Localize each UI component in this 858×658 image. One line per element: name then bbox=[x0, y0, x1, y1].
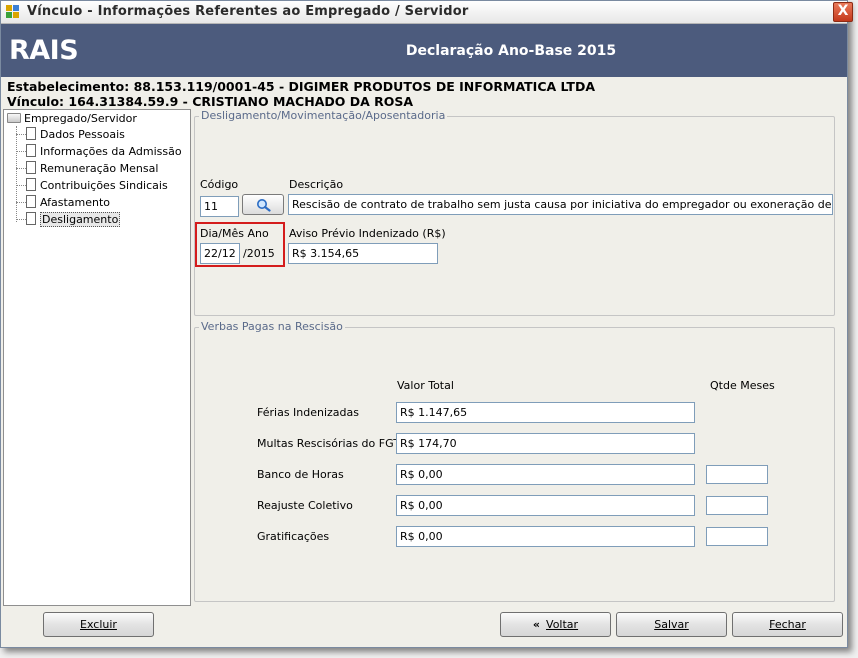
main-window: Vínculo - Informações Referentes ao Empr… bbox=[0, 0, 853, 648]
header-title: Declaração Ano-Base 2015 bbox=[405, 43, 617, 59]
lookup-button[interactable] bbox=[242, 194, 284, 215]
rais-logo: RAIS bbox=[9, 35, 79, 66]
gratificacoes-field[interactable]: R$ 0,00 bbox=[396, 526, 695, 547]
tree-item-contribuicoes-sindicais[interactable]: Contribuições Sindicais bbox=[26, 178, 168, 194]
excluir-button[interactable]: Excluir bbox=[43, 612, 154, 637]
search-icon bbox=[257, 199, 271, 212]
navigation-tree[interactable]: Empregado/Servidor Dados Pessoais Inform… bbox=[3, 109, 191, 606]
ano-text: /2015 bbox=[243, 247, 275, 260]
excluir-label: Excluir bbox=[80, 618, 117, 631]
desligamento-group: Desligamento/Movimentação/Aposentadoria bbox=[194, 109, 835, 316]
tree-item-label: Dados Pessoais bbox=[40, 128, 125, 141]
tree-root-empregado[interactable]: Empregado/Servidor bbox=[7, 112, 137, 127]
gratificacoes-label: Gratificações bbox=[257, 530, 330, 543]
document-icon bbox=[26, 161, 36, 174]
tree-item-desligamento[interactable]: Desligamento bbox=[26, 212, 121, 228]
header-banner: RAIS Declaração Ano-Base 2015 bbox=[1, 24, 847, 77]
voltar-button[interactable]: « Voltar bbox=[500, 612, 611, 637]
tree-root-label: Empregado/Servidor bbox=[24, 112, 137, 125]
salvar-label: Salvar bbox=[654, 618, 689, 631]
verbas-legend: Verbas Pagas na Rescisão bbox=[199, 320, 345, 333]
aviso-previo-label: Aviso Prévio Indenizado (R$) bbox=[289, 227, 446, 240]
document-icon bbox=[26, 195, 36, 208]
voltar-label: Voltar bbox=[546, 618, 579, 631]
tree-item-dados-pessoais[interactable]: Dados Pessoais bbox=[26, 127, 125, 143]
banco-horas-qtde-field[interactable] bbox=[706, 465, 768, 484]
tree-connector bbox=[16, 151, 26, 152]
estabelecimento-text: Estabelecimento: 88.153.119/0001-45 - DI… bbox=[7, 79, 595, 94]
dia-mes-field[interactable]: 22/12 bbox=[200, 243, 240, 264]
valor-total-header: Valor Total bbox=[397, 379, 454, 392]
document-icon bbox=[26, 178, 36, 191]
reajuste-coletivo-qtde-field[interactable] bbox=[706, 496, 768, 515]
tree-item-label: Desligamento bbox=[40, 212, 121, 227]
descricao-field[interactable]: Rescisão de contrato de trabalho sem jus… bbox=[288, 194, 833, 215]
tree-item-label: Remuneração Mensal bbox=[40, 162, 159, 175]
close-icon: X bbox=[837, 3, 849, 19]
tree-item-label: Afastamento bbox=[40, 196, 111, 209]
codigo-label: Código bbox=[200, 178, 239, 191]
fechar-label: Fechar bbox=[769, 618, 806, 631]
gratificacoes-qtde-field[interactable] bbox=[706, 527, 768, 546]
reajuste-coletivo-label: Reajuste Coletivo bbox=[257, 499, 353, 512]
tree-connector bbox=[16, 134, 26, 135]
folder-icon bbox=[7, 113, 21, 123]
document-icon bbox=[26, 144, 36, 157]
document-icon bbox=[26, 212, 36, 225]
tree-connector bbox=[16, 219, 26, 220]
fechar-button[interactable]: Fechar bbox=[732, 612, 843, 637]
app-icon bbox=[6, 5, 20, 19]
multas-fgts-label: Multas Rescisórias do FGTS bbox=[257, 437, 407, 450]
vinculo-text: Vínculo: 164.31384.59.9 - CRISTIANO MACH… bbox=[7, 94, 414, 109]
ferias-indenizadas-label: Férias Indenizadas bbox=[257, 406, 360, 419]
tree-item-afastamento[interactable]: Afastamento bbox=[26, 195, 110, 211]
multas-fgts-field[interactable]: R$ 174,70 bbox=[396, 433, 695, 454]
banco-horas-field[interactable]: R$ 0,00 bbox=[396, 464, 695, 485]
window-title: Vínculo - Informações Referentes ao Empr… bbox=[27, 4, 469, 19]
codigo-field[interactable]: 11 bbox=[200, 196, 239, 217]
salvar-button[interactable]: Salvar bbox=[616, 612, 727, 637]
banco-horas-label: Banco de Horas bbox=[257, 468, 344, 481]
tree-connector bbox=[16, 202, 26, 203]
qtde-meses-header: Qtde Meses bbox=[710, 379, 775, 392]
tree-item-informacoes-admissao[interactable]: Informações da Admissão bbox=[26, 144, 182, 160]
dia-mes-ano-label: Dia/Mês Ano bbox=[200, 227, 269, 240]
tree-item-label: Informações da Admissão bbox=[40, 145, 182, 158]
tree-item-remuneracao-mensal[interactable]: Remuneração Mensal bbox=[26, 161, 158, 177]
tree-item-label: Contribuições Sindicais bbox=[40, 179, 168, 192]
aviso-previo-field[interactable]: R$ 3.154,65 bbox=[288, 243, 438, 264]
close-button[interactable]: X bbox=[833, 2, 853, 22]
tree-connector bbox=[16, 126, 17, 222]
desligamento-legend: Desligamento/Movimentação/Aposentadoria bbox=[199, 109, 448, 122]
document-icon bbox=[26, 127, 36, 140]
descricao-label: Descrição bbox=[289, 178, 344, 191]
tree-connector bbox=[16, 168, 26, 169]
chevron-left-icon: « bbox=[532, 618, 541, 631]
tree-connector bbox=[16, 185, 26, 186]
ferias-indenizadas-field[interactable]: R$ 1.147,65 bbox=[396, 402, 695, 423]
reajuste-coletivo-field[interactable]: R$ 0,00 bbox=[396, 495, 695, 516]
title-bar[interactable]: Vínculo - Informações Referentes ao Empr… bbox=[1, 1, 847, 24]
